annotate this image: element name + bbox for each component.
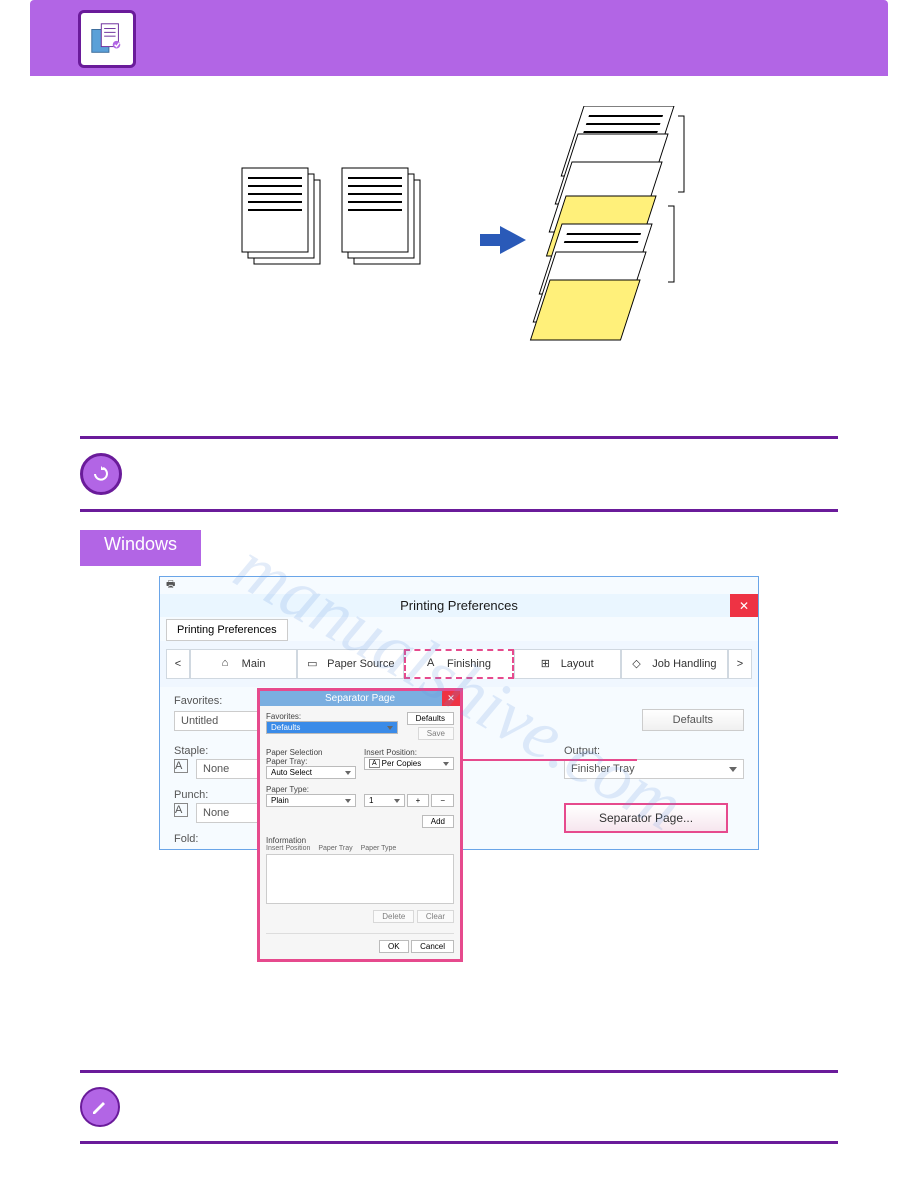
insert-position-label: Insert Position: — [364, 748, 454, 757]
insert-position-dropdown[interactable]: APer Copies — [364, 757, 454, 770]
pencil-note-icon — [80, 1087, 120, 1127]
col-insert-position: Insert Position — [266, 845, 310, 852]
window-title-bar: Printing Preferences ✕ — [160, 594, 758, 617]
tab-job-handling[interactable]: ◇Job Handling — [621, 649, 728, 679]
callout-line — [457, 759, 637, 761]
window-title: Printing Preferences — [400, 598, 518, 613]
sep-save-button: Save — [418, 727, 454, 740]
add-button[interactable]: Add — [422, 815, 454, 828]
output-dropdown[interactable]: Finisher Tray — [564, 759, 744, 779]
information-listbox[interactable] — [266, 854, 454, 904]
screenshot-container: 🖶 Printing Preferences ✕ Printing Prefer… — [159, 576, 759, 850]
separator-page-dialog: Separator Page ✕ Favorites: Defaults Def… — [257, 688, 463, 962]
delete-button: Delete — [373, 910, 414, 923]
page-icon: A — [427, 657, 441, 671]
close-icon[interactable]: ✕ — [442, 691, 460, 706]
paper-type-label: Paper Type: — [266, 785, 356, 794]
output-label: Output: — [564, 745, 744, 757]
sep-favorites-dropdown[interactable]: Defaults — [266, 721, 398, 734]
home-icon: ⌂ — [222, 657, 236, 671]
tab-layout[interactable]: ⊞Layout — [514, 649, 621, 679]
paper-tray-label: Paper Tray: — [266, 757, 356, 766]
back-arrow-icon[interactable] — [80, 453, 122, 495]
printer-document-icon — [78, 10, 136, 68]
qty-minus-button[interactable]: − — [431, 794, 454, 807]
job-icon: ◇ — [632, 657, 646, 671]
category-nav: < ⌂Main ▭Paper Source AFinishing ⊞Layout… — [160, 641, 758, 687]
qty-plus-button[interactable]: + — [407, 794, 430, 807]
sep-defaults-button[interactable]: Defaults — [407, 712, 454, 725]
separator-page-diagram — [80, 116, 838, 436]
tab-printing-preferences[interactable]: Printing Preferences — [166, 619, 288, 641]
nav-next-button[interactable]: > — [728, 649, 752, 679]
punch-icon: A — [174, 803, 188, 817]
clear-button: Clear — [417, 910, 454, 923]
tab-main[interactable]: ⌂Main — [190, 649, 297, 679]
qty-input[interactable]: 1 — [364, 794, 405, 807]
tab-finishing[interactable]: AFinishing — [404, 649, 513, 679]
nav-prev-button[interactable]: < — [166, 649, 190, 679]
defaults-button[interactable]: Defaults — [642, 709, 744, 731]
divider — [80, 509, 838, 512]
os-label: Windows — [80, 530, 201, 566]
tray-icon: ▭ — [307, 657, 321, 671]
separator-page-button[interactable]: Separator Page... — [564, 803, 728, 833]
layout-icon: ⊞ — [541, 657, 555, 671]
sep-favorites-label: Favorites: — [266, 712, 398, 721]
page-icon: A — [369, 759, 380, 768]
cancel-button[interactable]: Cancel — [411, 940, 454, 953]
staple-icon: A — [174, 759, 188, 773]
col-paper-type: Paper Type — [361, 845, 397, 852]
col-paper-tray: Paper Tray — [318, 845, 352, 852]
ok-button[interactable]: OK — [379, 940, 409, 953]
divider — [80, 436, 838, 439]
close-icon[interactable]: ✕ — [730, 594, 758, 617]
information-label: Information — [266, 836, 454, 845]
header-bar — [30, 0, 888, 76]
tab-paper-source[interactable]: ▭Paper Source — [297, 649, 404, 679]
paper-type-dropdown[interactable]: Plain — [266, 794, 356, 807]
paper-selection-label: Paper Selection — [266, 748, 356, 757]
paper-tray-dropdown[interactable]: Auto Select — [266, 766, 356, 779]
dialog-title-bar: Separator Page ✕ — [260, 691, 460, 706]
